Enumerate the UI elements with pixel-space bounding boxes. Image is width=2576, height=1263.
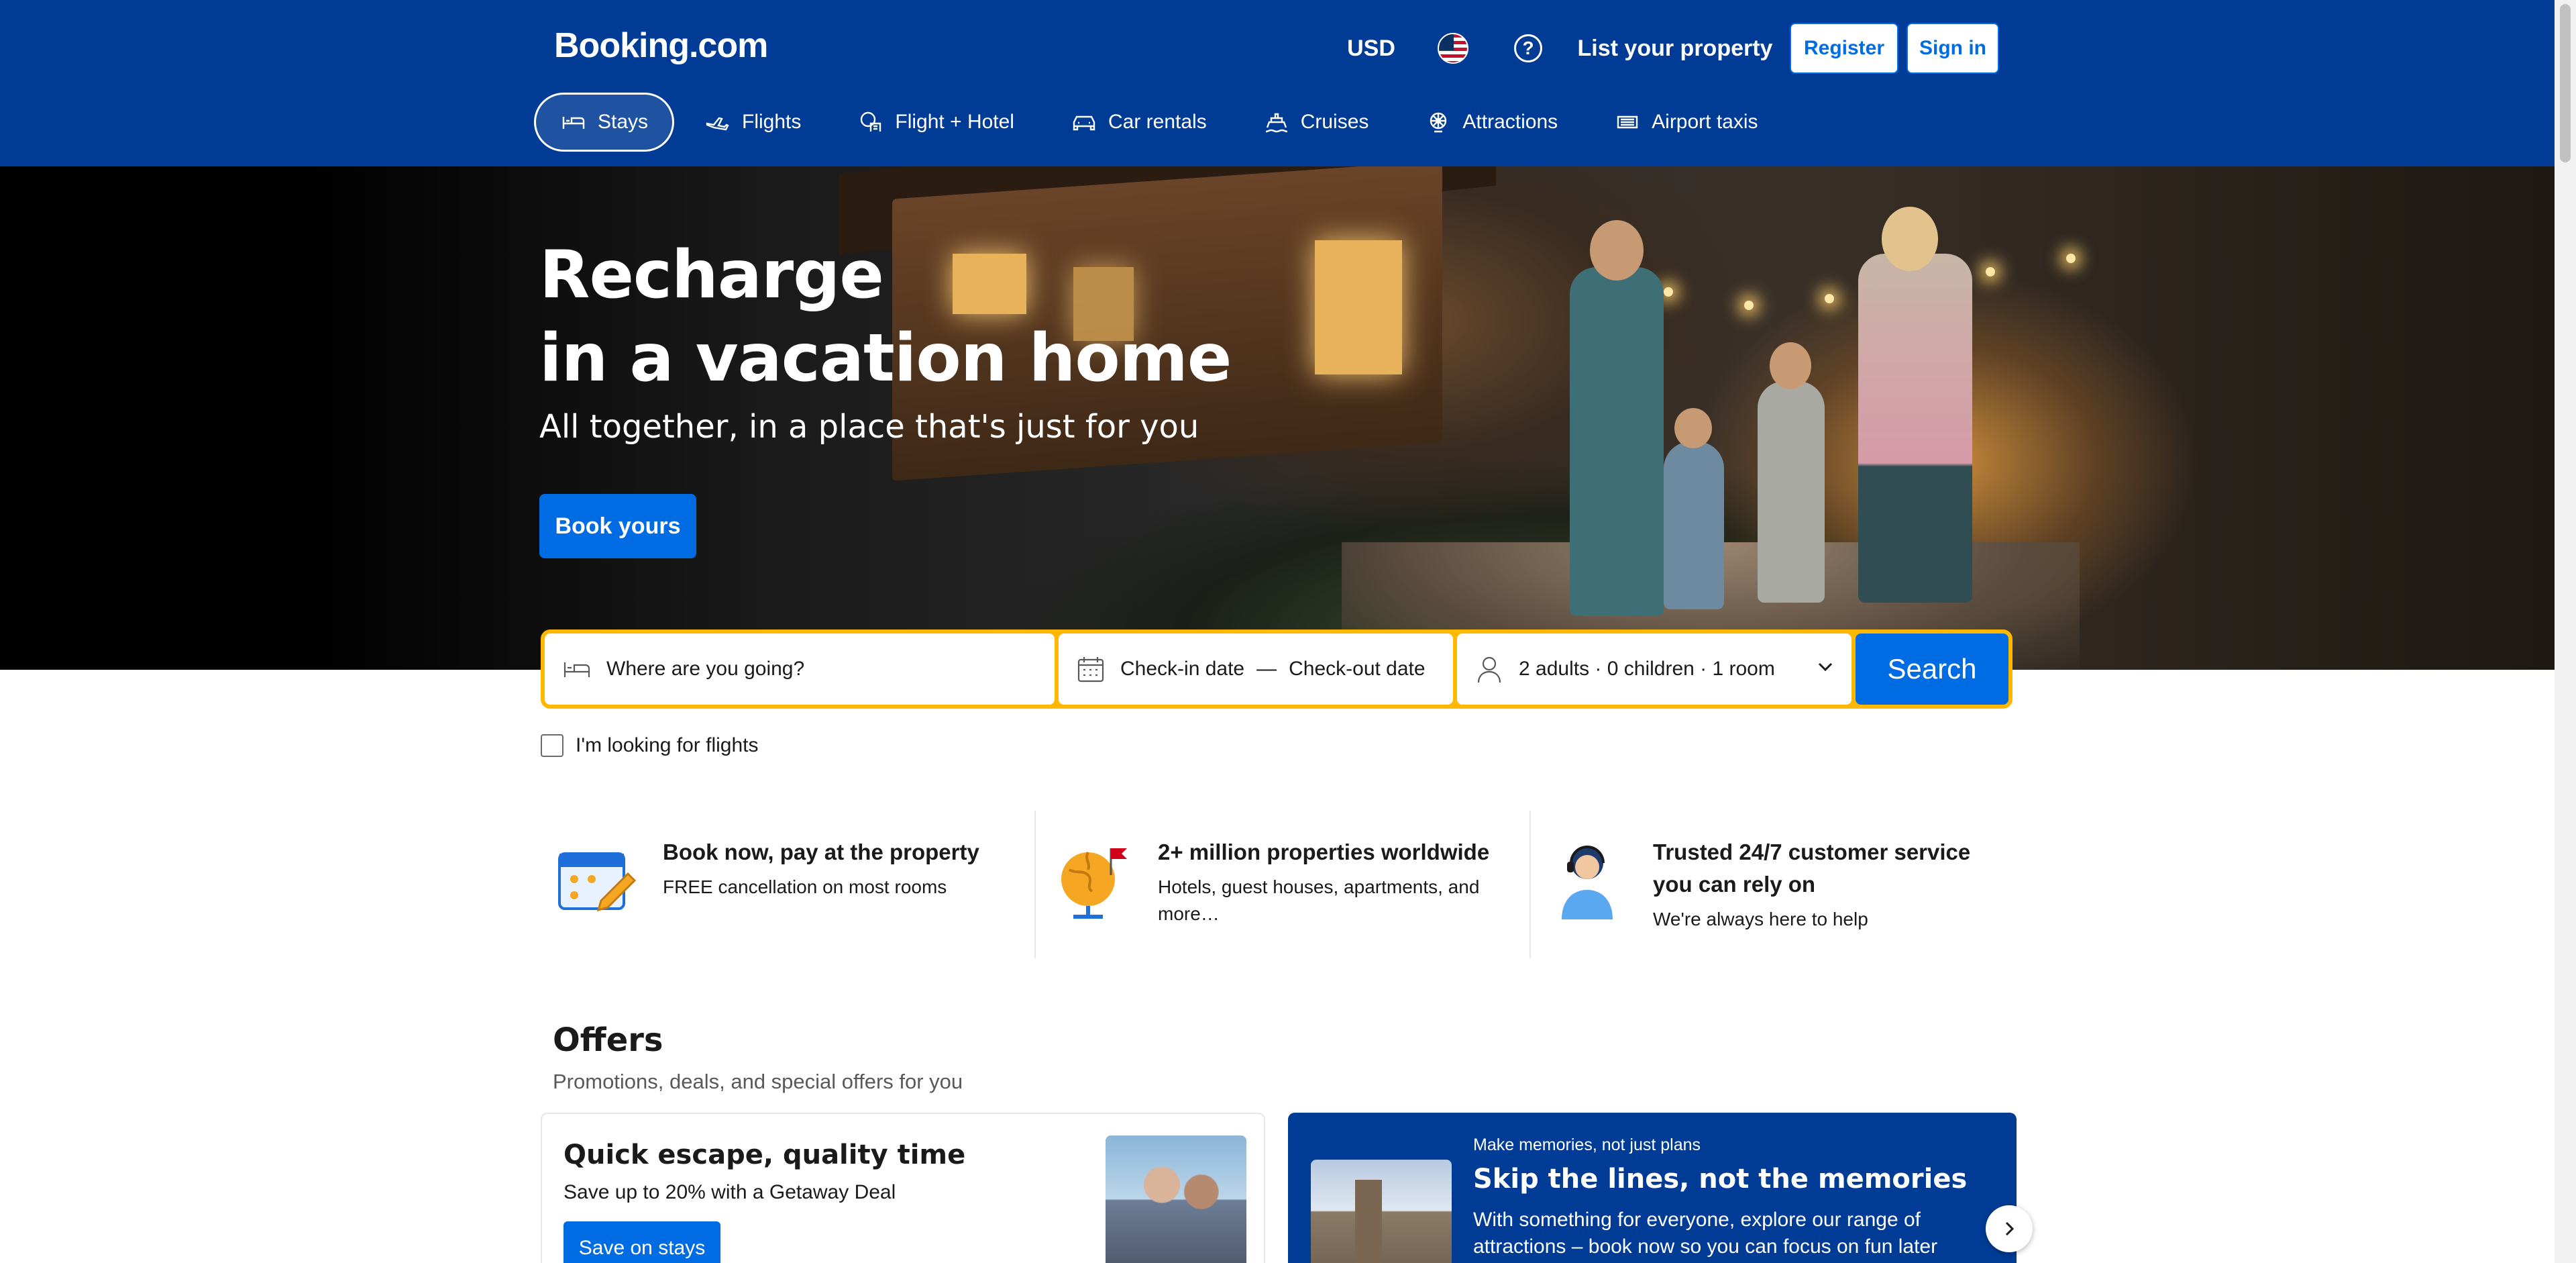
globe-flag-icon (1061, 848, 1127, 919)
date-separator: — (1256, 658, 1277, 680)
flights-checkbox-row: I'm looking for flights (541, 734, 759, 757)
plane-icon (704, 109, 731, 136)
nav-tab-flights[interactable]: Flights (678, 93, 827, 152)
nav-label: Airport taxis (1652, 111, 1758, 133)
us-flag-icon (1438, 33, 1468, 64)
hero-photo-child (1758, 381, 1825, 603)
hero-photo-child (1664, 442, 1724, 609)
scrollbar-thumb[interactable] (2560, 4, 2571, 162)
offers-heading: Offers (553, 1021, 663, 1059)
hero-title: Recharge in a vacation home (539, 237, 1232, 397)
occupancy-selector[interactable]: 2 adults · 0 children · 1 room (1457, 634, 1851, 705)
carousel-next-button[interactable] (1986, 1205, 2033, 1252)
chevron-right-icon (2005, 1221, 2015, 1236)
hero-photo-person (1858, 254, 1972, 603)
search-button[interactable]: Search (1856, 634, 2008, 705)
offer-card-title: Quick escape, quality time (564, 1140, 966, 1170)
nav-label: Flight + Hotel (895, 111, 1014, 133)
search-bar: Where are you going? Check-in date — Che… (541, 629, 2012, 709)
feature-item: Trusted 24/7 customer service you can re… (1531, 811, 2025, 958)
offer-card-image-tower (1355, 1180, 1382, 1263)
offer-card-kicker: Make memories, not just plans (1473, 1135, 1701, 1154)
nav-tab-stays[interactable]: Stays (534, 93, 675, 152)
feature-text: FREE cancellation on most rooms (663, 876, 947, 897)
person-icon (1473, 653, 1505, 685)
offer-card-getaway[interactable]: Quick escape, quality time Save up to 20… (541, 1113, 1265, 1263)
flight-hotel-icon (857, 109, 884, 136)
flights-checkbox-label[interactable]: I'm looking for flights (576, 734, 759, 757)
nav-label: Flights (742, 111, 802, 133)
save-on-stays-button[interactable]: Save on stays (564, 1221, 720, 1263)
hero-banner: Recharge in a vacation home All together… (0, 166, 2555, 670)
taxi-icon (1614, 109, 1641, 136)
checkout-label: Check-out date (1289, 658, 1426, 680)
offer-card-title: Skip the lines, not the memories (1473, 1164, 1968, 1195)
currency-button[interactable]: USD (1334, 16, 1409, 81)
product-nav: Stays Flights Flight + Hotel Car rentals… (534, 93, 1788, 152)
page-scrollbar[interactable] (2555, 0, 2576, 1263)
offers-subheading: Promotions, deals, and special offers fo… (553, 1070, 963, 1093)
nav-label: Car rentals (1108, 111, 1207, 133)
nav-label: Attractions (1462, 111, 1558, 133)
nav-label: Stays (598, 111, 649, 133)
destination-placeholder: Where are you going? (606, 658, 805, 680)
calendar-pencil-icon (558, 852, 637, 912)
sign-in-button[interactable]: Sign in (1907, 23, 1999, 74)
offer-card-image (1106, 1135, 1246, 1263)
hero-subtitle: All together, in a place that's just for… (539, 408, 1199, 446)
hero-photo-door (1315, 240, 1402, 374)
feature-item: 2+ million properties worldwide Hotels, … (1036, 811, 1531, 958)
feature-title: 2+ million properties worldwide (1158, 840, 1490, 864)
feature-item: Book now, pay at the property FREE cance… (541, 811, 1036, 958)
string-lights (1664, 254, 2402, 310)
nav-tab-attractions[interactable]: Attractions (1399, 93, 1584, 152)
checkin-label: Check-in date (1120, 658, 1245, 680)
feature-title: Book now, pay at the property (663, 840, 979, 864)
car-icon (1071, 109, 1097, 136)
list-property-link[interactable]: List your property (1571, 16, 1779, 81)
help-circle-icon: ? (1514, 34, 1542, 62)
bed-icon (561, 653, 593, 685)
help-button[interactable]: ? (1496, 16, 1560, 81)
chevron-down-icon (1815, 656, 1835, 682)
feature-text: Hotels, guest houses, apartments, and mo… (1158, 876, 1480, 924)
booking-logo[interactable]: Booking.com (554, 26, 768, 66)
bed-icon (560, 109, 587, 136)
nav-tab-cruises[interactable]: Cruises (1237, 93, 1395, 152)
ship-icon (1263, 109, 1290, 136)
nav-label: Cruises (1300, 111, 1369, 133)
offer-card-text: With something for everyone, explore our… (1473, 1209, 1938, 1258)
hero-photo-person (1570, 267, 1664, 616)
support-agent-icon (1562, 846, 1613, 919)
attractions-icon (1425, 109, 1452, 136)
feature-title: Trusted 24/7 customer service you can re… (1653, 840, 1971, 897)
nav-tab-car-rentals[interactable]: Car rentals (1044, 93, 1233, 152)
feature-text: We're always here to help (1653, 909, 1868, 929)
nav-tab-airport-taxis[interactable]: Airport taxis (1588, 93, 1784, 152)
register-button[interactable]: Register (1790, 23, 1898, 74)
offer-card-text: Save up to 20% with a Getaway Deal (564, 1181, 896, 1203)
occupancy-label: 2 adults · 0 children · 1 room (1519, 658, 1775, 680)
flights-checkbox[interactable] (541, 734, 564, 757)
site-header: Booking.com USD ? List your property Reg… (0, 0, 2576, 166)
value-props: Book now, pay at the property FREE cance… (541, 811, 2025, 958)
language-button[interactable] (1421, 16, 1485, 81)
date-picker-field[interactable]: Check-in date — Check-out date (1059, 634, 1453, 705)
destination-input[interactable]: Where are you going? (545, 634, 1055, 705)
calendar-icon (1075, 653, 1107, 685)
nav-tab-flight-hotel[interactable]: Flight + Hotel (831, 93, 1040, 152)
offer-card-attractions[interactable]: Make memories, not just plans Skip the l… (1288, 1113, 2017, 1263)
book-yours-button[interactable]: Book yours (539, 494, 696, 558)
